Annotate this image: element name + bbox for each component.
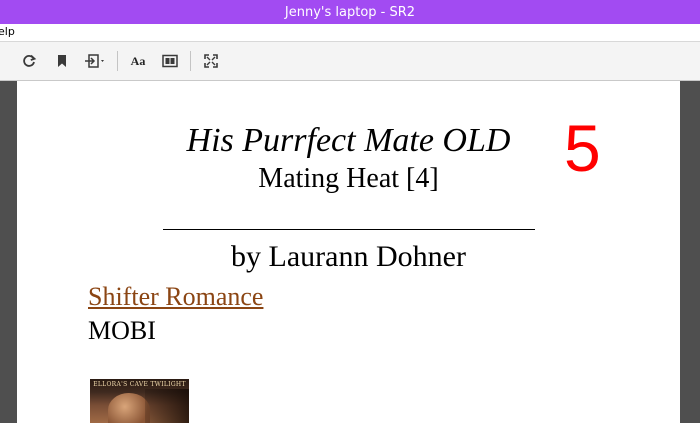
menubar: elp [0,24,700,42]
toolbar: Aa [0,42,700,81]
fullscreen-button[interactable] [199,50,223,72]
bookmark-button[interactable] [51,50,73,72]
toolbar-separator [117,51,118,71]
refresh-icon [23,54,37,67]
bookmark-icon [58,55,66,67]
refresh-button[interactable] [18,50,40,72]
window-titlebar[interactable]: Jenny's laptop - SR2 [0,0,700,24]
cover-publisher-text: ELLORA'S CAVE TWILIGHT [93,381,186,388]
font-button[interactable]: Aa [126,50,150,72]
font-icon: Aa [130,53,146,68]
book-series: Mating Heat [4] [258,163,439,194]
book-author: by Laurann Dohner [231,240,466,273]
viewer-gutter-right [680,81,700,423]
layout-icon [162,54,178,68]
goto-icon [85,54,104,68]
document-viewer[interactable]: His Purrfect Mate OLD 5 Mating Heat [4] … [0,81,700,423]
viewer-gutter-left [0,81,17,423]
toolbar-separator [190,51,191,71]
window-title: Jenny's laptop - SR2 [284,4,416,20]
title-divider [163,229,535,230]
book-cover-image: ELLORA'S CAVE TWILIGHT [90,379,189,423]
cover-shadow [145,389,189,423]
cover-figure [108,393,150,423]
book-format: MOBI [88,316,156,345]
goto-button[interactable] [83,50,109,72]
genre-link[interactable]: Shifter Romance [88,281,263,313]
fullscreen-icon [204,54,218,68]
menu-help[interactable]: elp [0,25,15,38]
document-page: His Purrfect Mate OLD 5 Mating Heat [4] … [17,81,680,423]
layout-button[interactable] [158,50,182,72]
